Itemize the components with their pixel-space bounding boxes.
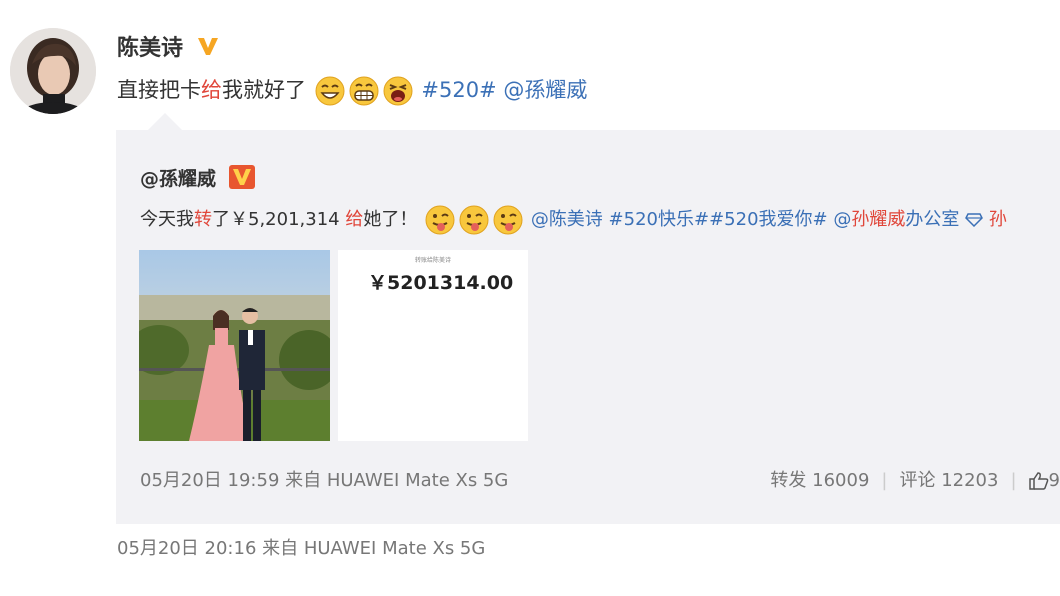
tongue-emoji-icon <box>458 204 490 236</box>
mention-rest[interactable]: 办公室 <box>905 209 959 230</box>
repost-timestamp[interactable]: 05月20日 19:59 来自 HUAWEI Mate Xs 5G <box>140 466 508 492</box>
like-button[interactable]: 9 <box>1028 470 1060 491</box>
divider: | <box>1010 470 1017 491</box>
post-text-highlight: 给 <box>201 78 222 102</box>
repost-text-part1: 今天我 <box>140 209 194 230</box>
repost-author-name[interactable]: @孫耀威 <box>140 168 216 190</box>
repost-text-part3: 她了！ <box>363 209 418 230</box>
mention-at[interactable]: @ <box>833 209 851 230</box>
repost-author[interactable]: @孫耀威 <box>140 164 255 194</box>
repost-actions: 转发 16009 | 评论 12203 | 9 <box>770 466 1060 492</box>
truncated-link[interactable]: 孙 <box>989 209 1007 230</box>
divider: | <box>881 470 888 491</box>
couple-photo[interactable] <box>139 250 330 441</box>
hashtag-link[interactable]: #520我爱你# <box>709 209 828 230</box>
mention-link[interactable]: @陈美诗 <box>531 209 603 230</box>
author-name[interactable]: 陈美诗 <box>117 30 219 62</box>
teeth-emoji-icon <box>348 75 380 107</box>
like-count: 9 <box>1048 470 1060 491</box>
post-text-part2: 我就好了 <box>222 78 306 102</box>
post-text: 直接把卡给我就好了 #520# @孫耀威 <box>117 70 587 110</box>
forward-button[interactable]: 转发 16009 <box>770 466 869 492</box>
author-name-text[interactable]: 陈美诗 <box>117 36 183 61</box>
office-mention-link[interactable]: @孙耀威办公室 <box>833 209 959 230</box>
receipt-amount: ￥5201314.00 <box>368 272 514 294</box>
post-timestamp[interactable]: 05月20日 20:16 来自 HUAWEI Mate Xs 5G <box>117 534 485 560</box>
tongue-emoji-icon <box>424 204 456 236</box>
repost-text-highlight2: 给 <box>345 209 364 230</box>
avatar-image <box>10 28 96 114</box>
avatar[interactable] <box>10 28 96 114</box>
verified-icon <box>197 36 219 62</box>
couple-photo-image <box>139 250 330 441</box>
hashtag-link[interactable]: #520# <box>421 78 496 102</box>
repost-card: @孫耀威 今天我转了￥5,201,314 给她了！ @陈美诗 #520快乐##5… <box>116 130 1060 524</box>
repost-text-highlight1: 转 <box>194 209 212 230</box>
comment-button[interactable]: 评论 12203 <box>899 466 998 492</box>
verified-red-icon <box>228 165 255 194</box>
repost-text-part2: 了￥5,201,314 <box>212 209 346 230</box>
hashtag-link[interactable]: #520快乐# <box>609 209 710 230</box>
diamond-icon <box>965 209 989 230</box>
grin-emoji-icon <box>314 75 346 107</box>
receipt-header: 转账给陈美诗 <box>414 257 451 264</box>
transfer-receipt[interactable]: 转账给陈美诗 ￥5201314.00 <box>338 250 528 441</box>
mention-highlight[interactable]: 孙耀威 <box>851 209 905 230</box>
mention-link[interactable]: @孫耀威 <box>503 78 587 102</box>
repost-text: 今天我转了￥5,201,314 给她了！ @陈美诗 #520快乐##520我爱你… <box>140 202 1007 238</box>
tongue-emoji-icon <box>492 204 524 236</box>
laugh-emoji-icon <box>382 75 414 107</box>
post-text-part1: 直接把卡 <box>117 78 201 102</box>
thumbs-up-icon <box>1028 472 1048 490</box>
repost-pointer <box>148 113 182 130</box>
